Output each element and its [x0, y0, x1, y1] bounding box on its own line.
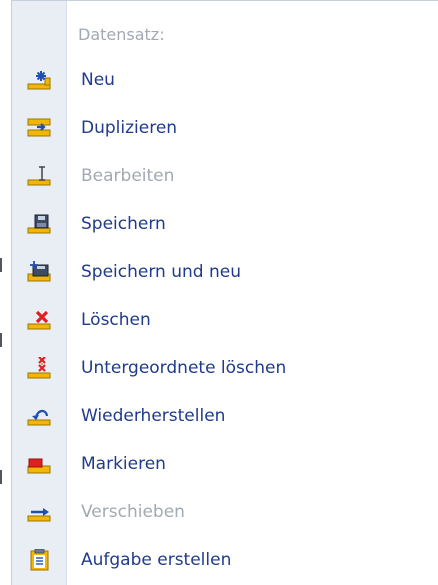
new-record-icon: [27, 71, 51, 90]
menu-item-aufgabe-erstellen[interactable]: Aufgabe erstellen: [12, 537, 438, 585]
save-icon: [27, 214, 51, 234]
edge-mark: [0, 470, 2, 484]
delete-children-icon: [27, 357, 51, 379]
menu-header: Datensatz:: [78, 25, 165, 44]
menu-item-label: Speichern und neu: [81, 262, 241, 282]
create-task-icon: [30, 549, 49, 571]
mark-icon: [27, 458, 51, 474]
background-window-edge: [0, 0, 11, 585]
edge-mark: [0, 333, 2, 347]
save-and-new-icon: [27, 261, 51, 282]
menu-item-label: Bearbeiten: [81, 166, 175, 186]
edge-mark: [0, 258, 2, 272]
menu-item-label: Löschen: [81, 310, 151, 330]
menu-item-label: Untergeordnete löschen: [81, 358, 287, 378]
menu-item-speichern[interactable]: Speichern: [12, 201, 438, 249]
edit-icon: [27, 166, 51, 186]
record-context-menu: Datensatz: Neu Duplizieren Bearbeiten Sp…: [11, 0, 438, 585]
menu-item-wiederherstellen[interactable]: Wiederherstellen: [12, 393, 438, 441]
move-icon: [27, 508, 51, 522]
menu-item-markieren[interactable]: Markieren: [12, 441, 438, 489]
delete-icon: [27, 310, 51, 330]
restore-icon: [27, 409, 51, 426]
menu-item-verschieben[interactable]: Verschieben: [12, 489, 438, 537]
menu-item-label: Markieren: [81, 454, 166, 474]
menu-item-label: Speichern: [81, 214, 166, 234]
menu-item-label: Verschieben: [81, 502, 185, 522]
menu-item-label: Duplizieren: [81, 118, 178, 138]
menu-item-label: Wiederherstellen: [81, 406, 226, 426]
menu-item-label: Neu: [81, 70, 115, 90]
menu-item-untergeordnete-loeschen[interactable]: Untergeordnete löschen: [12, 345, 438, 393]
menu-item-loeschen[interactable]: Löschen: [12, 297, 438, 345]
menu-item-bearbeiten[interactable]: Bearbeiten: [12, 153, 438, 201]
menu-item-duplizieren[interactable]: Duplizieren: [12, 105, 438, 153]
menu-item-label: Aufgabe erstellen: [81, 550, 232, 570]
menu-item-neu[interactable]: Neu: [12, 57, 438, 105]
menu-item-speichern-und-neu[interactable]: Speichern und neu: [12, 249, 438, 297]
duplicate-icon: [27, 118, 51, 137]
